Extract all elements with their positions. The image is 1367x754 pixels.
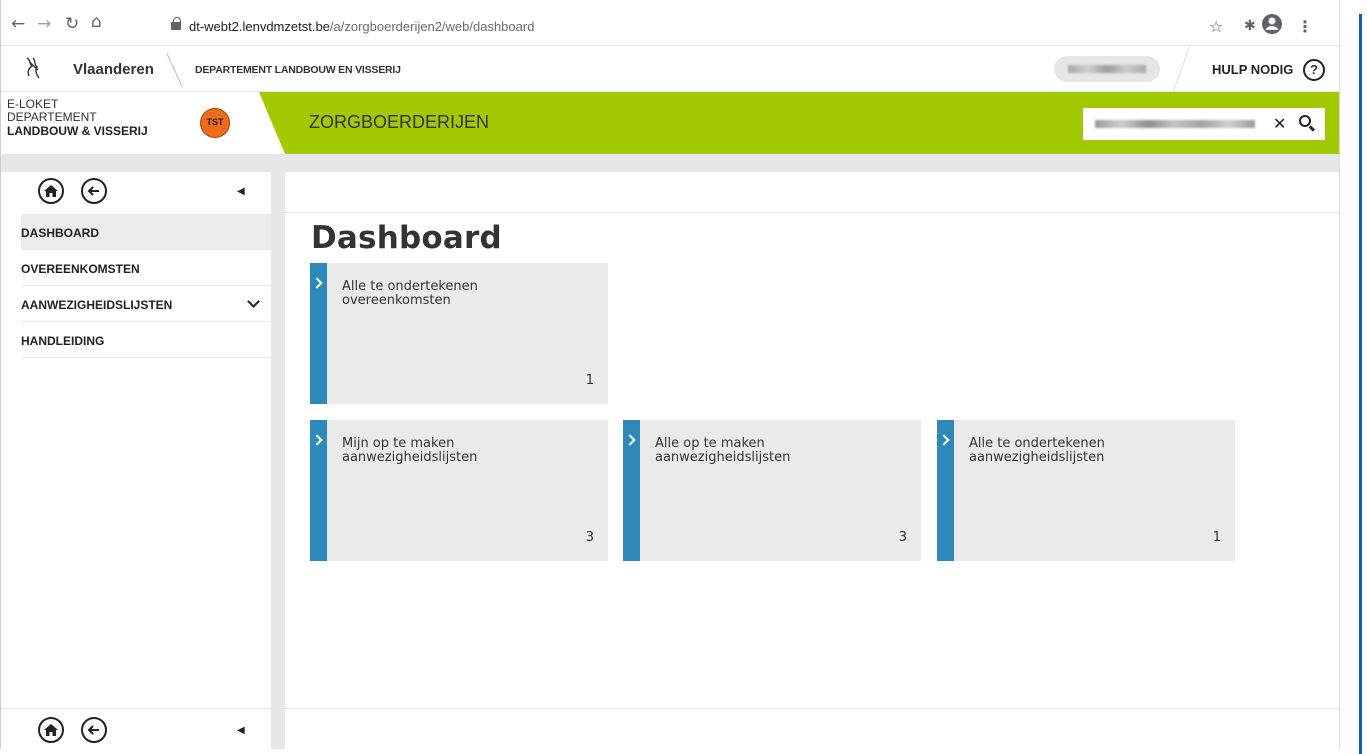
tile-count: 1 xyxy=(585,373,594,388)
sidebar: ◀ DASHBOARD OVEREENKOMSTEN AANWEZIGHEIDS… xyxy=(1,172,271,749)
forward-arrow-icon[interactable]: → xyxy=(37,16,51,33)
department-name[interactable]: DEPARTEMENT LANDBOUW EN VISSERIJ xyxy=(195,64,401,76)
home-icon[interactable]: ⌂ xyxy=(91,14,102,31)
url-path: /a/zorgboerderijen2/web/dashboard xyxy=(329,19,535,34)
profile-icon[interactable] xyxy=(1261,13,1283,39)
sidebar-edge xyxy=(271,172,285,749)
collapse-icon[interactable]: ◀ xyxy=(237,186,245,197)
back-circle-icon[interactable] xyxy=(81,178,107,204)
tile-label: overeenkomsten xyxy=(342,293,451,308)
sidebar-item-label: DASHBOARD xyxy=(21,226,99,240)
header-separator xyxy=(1172,46,1191,92)
search-input[interactable]: ✕ xyxy=(1083,108,1325,140)
tile-count: 1 xyxy=(1212,530,1221,545)
tile-arrow-icon xyxy=(624,434,636,446)
tile-arrow-icon xyxy=(938,434,950,446)
browser-toolbar: ← → ↻ ⌂ dt-webt2.lenvdmzetst.be/a/zorgbo… xyxy=(1,0,1340,46)
env-badge: TST xyxy=(200,108,230,138)
tile-label: aanwezigheidslijsten xyxy=(655,450,791,465)
sidebar-item-dashboard[interactable]: DASHBOARD xyxy=(21,214,271,250)
search-icon[interactable] xyxy=(1299,115,1311,127)
help-link[interactable]: HULP NODIG xyxy=(1212,62,1293,77)
adjacent-window-edge xyxy=(1339,0,1367,754)
sidebar-item-label: AANWEZIGHEIDSLIJSTEN xyxy=(21,298,173,312)
tile-label: Mijn op te maken xyxy=(342,436,455,451)
tile-label: aanwezigheidslijsten xyxy=(342,450,478,465)
back-arrow-icon[interactable]: ← xyxy=(11,16,25,33)
page-title: Dashboard xyxy=(311,220,502,256)
app-banner: E-LOKET DEPARTEMENT LANDBOUW & VISSERIJ … xyxy=(1,92,1340,154)
divider xyxy=(285,708,1340,709)
sidebar-item-handleiding[interactable]: HANDLEIDING xyxy=(21,322,271,358)
tile-accent xyxy=(310,263,327,404)
sidebar-item-label: HANDLEIDING xyxy=(21,334,105,348)
menu-icon[interactable]: ⋮ xyxy=(1297,17,1313,36)
back-circle-icon[interactable] xyxy=(81,717,107,743)
eloket-logo[interactable]: E-LOKET DEPARTEMENT LANDBOUW & VISSERIJ … xyxy=(1,92,271,154)
home-circle-icon[interactable] xyxy=(38,717,64,743)
divider xyxy=(285,212,1340,213)
app-title[interactable]: ZORGBOERDERIJEN xyxy=(309,112,489,133)
tile-accent xyxy=(937,420,954,561)
tile-accent xyxy=(623,420,640,561)
brand-vlaanderen[interactable]: Vlaanderen xyxy=(73,61,154,78)
extensions-icon[interactable]: ✱ xyxy=(1244,18,1256,34)
url-text[interactable]: dt-webt2.lenvdmzetst.be/a/zorgboerderije… xyxy=(189,19,534,34)
dashboard-tile[interactable]: Alle te ondertekenen overeenkomsten 1 xyxy=(310,263,608,404)
search-value-blurred xyxy=(1095,120,1255,128)
chevron-down-icon[interactable] xyxy=(247,295,260,308)
lion-logo-icon[interactable] xyxy=(23,56,43,80)
toolbar-strip xyxy=(1,154,1340,172)
tile-count: 3 xyxy=(898,530,907,545)
header-divider xyxy=(166,53,183,87)
tile-arrow-icon xyxy=(311,434,323,446)
tile-label: Alle te ondertekenen xyxy=(342,279,478,294)
dashboard-tile[interactable]: Alle te ondertekenen aanwezigheidslijsten… xyxy=(937,420,1235,561)
divider xyxy=(1,708,271,709)
eloket-line2: DEPARTEMENT xyxy=(7,110,97,124)
user-name-blurred xyxy=(1068,65,1146,73)
star-icon[interactable]: ☆ xyxy=(1209,17,1223,36)
clear-icon[interactable]: ✕ xyxy=(1273,114,1286,133)
user-menu[interactable] xyxy=(1054,56,1160,82)
sidebar-item-aanwezigheidslijsten[interactable]: AANWEZIGHEIDSLIJSTEN xyxy=(21,286,271,322)
tile-count: 3 xyxy=(585,530,594,545)
lock-icon[interactable] xyxy=(171,17,181,30)
eloket-line3: LANDBOUW & VISSERIJ xyxy=(7,124,148,138)
sidebar-item-label: OVEREENKOMSTEN xyxy=(21,262,140,276)
collapse-icon[interactable]: ◀ xyxy=(237,725,245,736)
tile-label: Alle op te maken xyxy=(655,436,765,451)
window-accent-bar xyxy=(1359,14,1362,754)
dashboard-tile[interactable]: Mijn op te maken aanwezigheidslijsten 3 xyxy=(310,420,608,561)
help-icon[interactable]: ? xyxy=(1303,59,1325,81)
url-host: dt-webt2.lenvdmzetst.be xyxy=(189,19,330,34)
tile-label: aanwezigheidslijsten xyxy=(969,450,1105,465)
home-circle-icon[interactable] xyxy=(38,178,64,204)
sidebar-item-overeenkomsten[interactable]: OVEREENKOMSTEN xyxy=(21,250,271,286)
reload-icon[interactable]: ↻ xyxy=(65,16,79,33)
tile-arrow-icon xyxy=(311,277,323,289)
tile-accent xyxy=(310,420,327,561)
tile-label: Alle te ondertekenen xyxy=(969,436,1105,451)
browser-window: ← → ↻ ⌂ dt-webt2.lenvdmzetst.be/a/zorgbo… xyxy=(0,0,1367,749)
dashboard-tile[interactable]: Alle op te maken aanwezigheidslijsten 3 xyxy=(623,420,921,561)
site-header: Vlaanderen DEPARTEMENT LANDBOUW EN VISSE… xyxy=(1,46,1340,92)
